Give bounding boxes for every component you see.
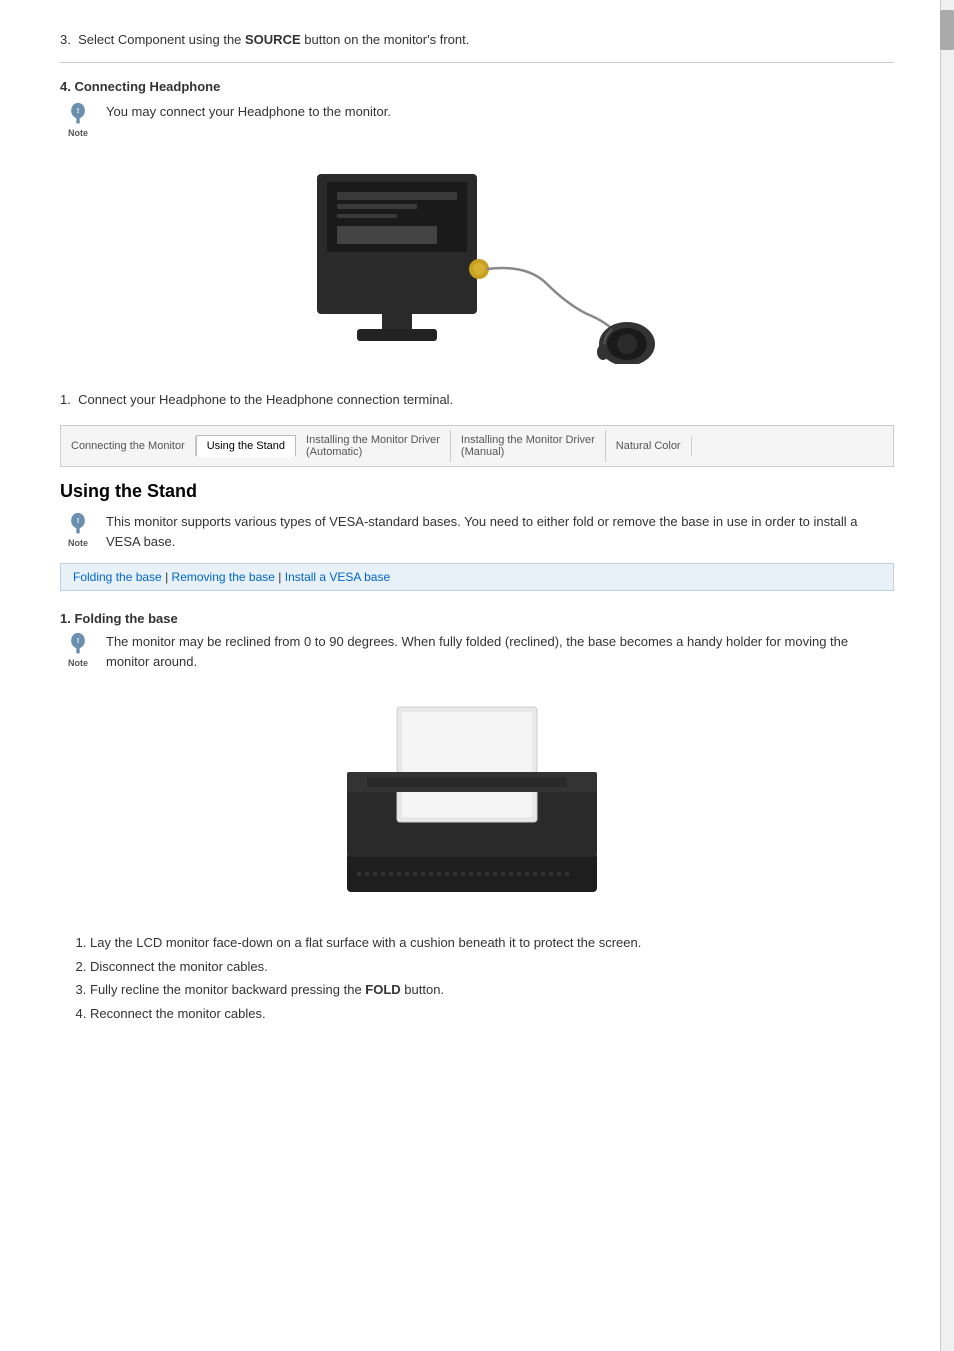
fold-bold: FOLD	[365, 982, 400, 997]
svg-text:!: !	[77, 106, 80, 115]
monitor-fold-illustration	[337, 697, 617, 907]
folding-step-3: Fully recline the monitor backward press…	[90, 980, 894, 1000]
section4-heading: 4. Connecting Headphone	[60, 79, 894, 94]
note-icon: ! Note	[60, 102, 96, 138]
note-folding-text: The monitor may be reclined from 0 to 90…	[106, 632, 894, 671]
monitor-folded-image	[60, 687, 894, 917]
using-stand-heading: Using the Stand	[60, 481, 894, 502]
note-label: Note	[68, 128, 88, 138]
step3-suffix: button on the monitor's front.	[301, 32, 470, 47]
note-block-folding: ! Note The monitor may be reclined from …	[60, 632, 894, 671]
note-stand-text: This monitor supports various types of V…	[106, 512, 894, 551]
headphone-image	[60, 154, 894, 374]
folding-step-1: Lay the LCD monitor face-down on a flat …	[90, 933, 894, 953]
folding-steps: Lay the LCD monitor face-down on a flat …	[90, 933, 894, 1023]
headphone-illustration	[287, 164, 667, 364]
folding-step-4: Reconnect the monitor cables.	[90, 1004, 894, 1024]
folding-step-2: Disconnect the monitor cables.	[90, 957, 894, 977]
folding-step-3-text: Fully recline the monitor backward press…	[90, 982, 444, 997]
note-icon-folding: ! Note	[60, 632, 96, 668]
folding-step-4-text: Reconnect the monitor cables.	[90, 1006, 266, 1021]
step3-prefix: Select Component using the	[78, 32, 245, 47]
note-label-folding: Note	[68, 658, 88, 668]
svg-text:!: !	[77, 636, 80, 645]
note-icon-stand: ! Note	[60, 512, 96, 548]
nav-install-automatic[interactable]: Installing the Monitor Driver(Automatic)	[296, 430, 451, 462]
nav-natural-color[interactable]: Natural Color	[606, 436, 692, 456]
nav-bar: Connecting the Monitor Using the Stand I…	[60, 425, 894, 467]
headphone-step1-text: Connect your Headphone to the Headphone …	[78, 392, 453, 407]
scrollbar[interactable]	[940, 0, 954, 1351]
page-wrapper: 3. Select Component using the SOURCE but…	[0, 0, 954, 1351]
scrollbar-thumb[interactable]	[940, 10, 954, 50]
note-svg-stand: !	[64, 512, 92, 536]
step3-source: SOURCE	[245, 32, 301, 47]
note-svg: !	[64, 102, 92, 126]
note-label-stand: Note	[68, 538, 88, 548]
nav-connecting-monitor[interactable]: Connecting the Monitor	[61, 436, 196, 456]
note-block-headphone: ! Note You may connect your Headphone to…	[60, 102, 894, 138]
note-headphone-text: You may connect your Headphone to the mo…	[106, 102, 391, 122]
step3-text: 3. Select Component using the SOURCE but…	[60, 30, 894, 50]
link-fold-base[interactable]: Folding the base	[73, 570, 162, 584]
folding-step-1-text: Lay the LCD monitor face-down on a flat …	[90, 935, 641, 950]
headphone-step1: 1. Connect your Headphone to the Headpho…	[60, 390, 894, 410]
top-rule	[60, 62, 894, 63]
nav-using-stand[interactable]: Using the Stand	[196, 435, 296, 457]
nav-spacer	[692, 436, 715, 456]
folding-step-2-text: Disconnect the monitor cables.	[90, 959, 268, 974]
folding-section: 1. Folding the base ! Note The monitor m…	[60, 611, 894, 1023]
link-remove-base[interactable]: Removing the base	[172, 570, 275, 584]
nav-install-manual[interactable]: Installing the Monitor Driver(Manual)	[451, 430, 606, 462]
folding-heading: 1. Folding the base	[60, 611, 894, 626]
svg-text:!: !	[77, 516, 80, 525]
links-bar: Folding the base | Removing the base | I…	[60, 563, 894, 591]
note-block-stand: ! Note This monitor supports various typ…	[60, 512, 894, 551]
link-install-vesa[interactable]: Install a VESA base	[285, 570, 390, 584]
note-svg-folding: !	[64, 632, 92, 656]
